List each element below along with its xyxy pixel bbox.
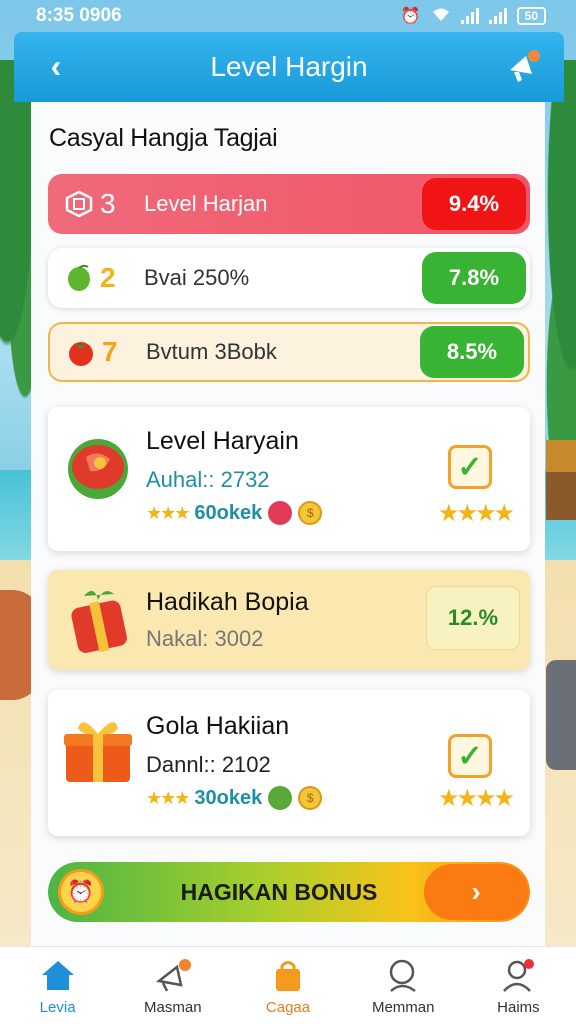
coin-icon: $ — [298, 786, 323, 810]
status-bar: 8:35 0906 ⏰ 50 — [0, 0, 576, 32]
search-icon — [383, 955, 423, 995]
card-subtitle: Dannl:: 2102 — [146, 752, 271, 777]
bar-number: 3 — [100, 188, 116, 219]
check-icon[interactable]: ✓ — [448, 734, 492, 778]
bar-label: Level Harjan — [144, 191, 268, 216]
bar-number: 7 — [102, 336, 118, 367]
chevron-left-icon: ‹ — [50, 47, 62, 84]
reward-card-3[interactable]: Gola Hakiian Dannl:: 2102 ★★★ 30okek $ ✓… — [48, 690, 530, 836]
wifi-icon — [431, 6, 451, 27]
nav-label: Memman — [371, 999, 435, 1016]
coin-icon: $ — [298, 501, 323, 525]
home-icon — [38, 955, 78, 995]
nav-item-cagaa[interactable]: Cagaa — [230, 947, 345, 1024]
lime-icon — [62, 261, 96, 295]
leaf-icon — [268, 786, 293, 810]
user-icon — [498, 955, 538, 995]
bonus-button[interactable]: ⏰ HAGIKAN BONUS › — [48, 862, 530, 922]
ticket-icon — [62, 187, 96, 221]
berry-icon — [268, 501, 293, 525]
card-subtitle: Auhal:: 2732 — [146, 467, 270, 492]
card-subtitle: Nakal: 3002 — [146, 626, 264, 651]
rating-stars: ★★★★ — [437, 785, 515, 812]
back-button[interactable]: ‹ — [38, 48, 74, 84]
shopping-bag-icon — [268, 955, 308, 995]
bottom-nav: Levia Masman Cagaa Memman Haims — [0, 946, 576, 1024]
gift-box-icon — [60, 580, 136, 656]
signal-icon-2 — [488, 8, 507, 24]
hut-decoration — [546, 440, 576, 520]
card-meta: ★★★ 60okek $ — [146, 501, 323, 525]
nav-item-memman[interactable]: Memman — [346, 947, 461, 1024]
cookie-count: 60okek — [194, 501, 263, 524]
nav-label: Haims — [497, 999, 540, 1016]
nav-label: Cagaa — [265, 999, 311, 1016]
bar-number: 2 — [100, 262, 116, 293]
chevron-right-icon[interactable]: › — [424, 864, 528, 920]
rating-stars: ★★★★ — [437, 500, 515, 527]
nav-label: Masman — [144, 999, 202, 1016]
gift-box-icon — [60, 710, 136, 786]
nav-item-levia[interactable]: Levia — [0, 947, 115, 1024]
megaphone-icon — [510, 50, 540, 82]
card-percent: 12.% — [426, 586, 520, 650]
megaphone-icon — [153, 955, 193, 995]
bar-percent: 8.5% — [420, 326, 524, 378]
card-title: Hadikah Bopia — [146, 588, 309, 616]
bonus-label: HAGIKAN BONUS — [180, 878, 378, 905]
content-panel: Casyal Hangja Tagjai 3 Level Harjan 9.4%… — [31, 102, 545, 946]
card-title: Level Haryain — [146, 427, 299, 455]
bar-percent: 9.4% — [422, 178, 526, 230]
alarm-icon: ⏰ — [400, 8, 421, 25]
bar-label: Bvtum 3Bobk — [146, 339, 277, 364]
bar-label: Bvai 250% — [144, 265, 250, 290]
bar-percent: 7.8% — [422, 252, 526, 304]
card-meta: ★★★ 30okek $ — [146, 786, 323, 810]
check-icon[interactable]: ✓ — [448, 445, 492, 489]
nav-item-masman[interactable]: Masman — [115, 947, 230, 1024]
level-bar-1[interactable]: 3 Level Harjan 9.4% — [48, 174, 530, 234]
signal-icon — [460, 8, 479, 24]
car-decoration — [546, 660, 576, 770]
section-title: Casyal Hangja Tagjai — [49, 124, 278, 152]
level-bar-3[interactable]: 7 Bvtum 3Bobk 8.5% — [48, 322, 530, 382]
nav-label: Levia — [39, 999, 76, 1016]
nav-item-haims[interactable]: Haims — [461, 947, 576, 1024]
cookie-count: 30okek — [194, 786, 263, 809]
status-icons: ⏰ 50 — [401, 6, 546, 27]
app-header: ‹ Level Hargin — [14, 32, 564, 102]
alarm-clock-icon: ⏰ — [58, 869, 104, 915]
steak-icon — [60, 427, 136, 503]
reward-card-2[interactable]: Hadikah Bopia Nakal: 3002 12.% — [48, 570, 530, 670]
small-stars: ★★★ — [146, 502, 190, 523]
card-title: Gola Hakiian — [146, 712, 290, 740]
level-bar-2[interactable]: 2 Bvai 250% 7.8% — [48, 248, 530, 308]
status-time: 8:35 0906 — [36, 5, 122, 26]
small-stars: ★★★ — [146, 787, 190, 808]
notification-button[interactable] — [504, 44, 544, 88]
tomato-icon — [64, 335, 98, 369]
battery-icon: 50 — [516, 7, 546, 25]
reward-card-1[interactable]: Level Haryain Auhal:: 2732 ★★★ 60okek $ … — [48, 407, 530, 551]
page-title: Level Hargin — [210, 51, 368, 82]
